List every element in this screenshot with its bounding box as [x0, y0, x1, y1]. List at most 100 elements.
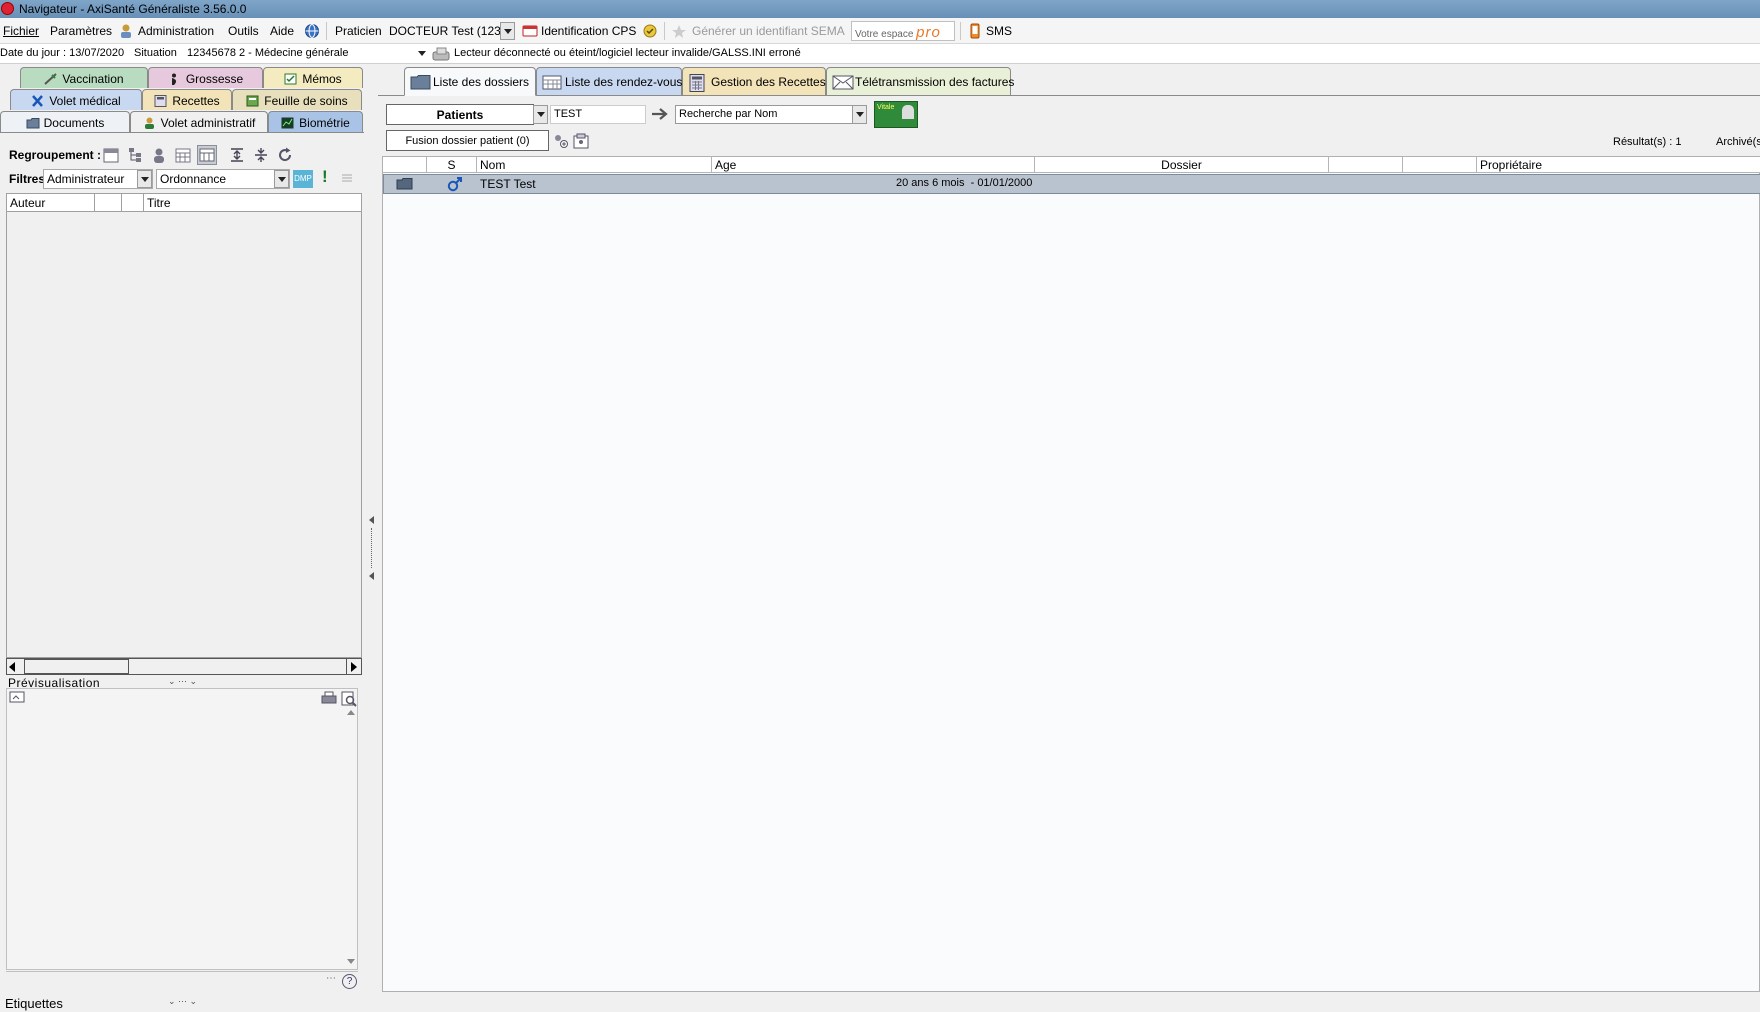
tab-label: Gestion des Recettes: [711, 75, 826, 89]
praticien-dropdown-button[interactable]: [500, 22, 515, 40]
carte-vitale-button[interactable]: Vitale: [874, 101, 918, 128]
refresh-icon[interactable]: [277, 147, 293, 163]
horizontal-scrollbar[interactable]: [6, 658, 362, 675]
praticien-select[interactable]: DOCTEUR Test (1234: [389, 24, 500, 38]
table-row[interactable]: TEST Test 20 ans 6 mois - 01/01/2000: [383, 174, 1760, 194]
search-mode-select[interactable]: Recherche par Nom: [675, 105, 853, 124]
collapse-all-icon[interactable]: [253, 147, 269, 163]
column-header-proprietaire[interactable]: Propriétaire: [1477, 157, 1760, 173]
preview-screen-icon[interactable]: [9, 691, 25, 707]
column-header-icon[interactable]: [383, 157, 427, 173]
person-icon: [143, 117, 156, 129]
filter-type-dropdown-button[interactable]: [274, 170, 289, 188]
scroll-right-arrow[interactable]: [351, 662, 357, 672]
scroll-left-arrow[interactable]: [9, 662, 15, 672]
fusion-dossier-label: Fusion dossier patient (0): [405, 135, 530, 147]
previsualisation-collapse-chevron[interactable]: ⌄ ⋯ ⌄: [168, 676, 197, 687]
splitter-arrow-top[interactable]: [369, 516, 374, 524]
calendar-icon: [542, 74, 562, 90]
tab-documents[interactable]: Documents: [0, 111, 130, 133]
tab-gestion-des-recettes[interactable]: Gestion des Recettes: [682, 67, 826, 95]
pregnancy-icon: [168, 73, 181, 85]
documents-grid[interactable]: Auteur Titre: [6, 193, 362, 658]
generer-sema-button[interactable]: Générer un identifiant SEMA: [692, 24, 845, 38]
tab-label: Documents: [43, 116, 105, 130]
menu-outils[interactable]: Outils: [228, 24, 259, 38]
menu-administration[interactable]: Administration: [138, 24, 214, 38]
filter-options-icon[interactable]: [340, 171, 356, 187]
tab-vaccination[interactable]: Vaccination: [20, 67, 148, 88]
column-header-dossier[interactable]: Dossier: [1035, 157, 1329, 173]
tab-label: Télétransmission des factures: [855, 75, 1015, 89]
tab-recettes[interactable]: Recettes: [142, 89, 232, 110]
espace-pro-text: Votre espace: [855, 29, 914, 40]
search-type-select[interactable]: Patients: [386, 104, 534, 125]
filter-type-select[interactable]: Ordonnance: [156, 169, 290, 189]
dmp-button[interactable]: DMP: [293, 170, 313, 188]
menu-aide[interactable]: Aide: [270, 24, 294, 38]
situation-dropdown-arrow[interactable]: [418, 51, 426, 56]
tab-label: Liste des rendez-vous: [565, 75, 683, 89]
tabstrip-divider: [378, 95, 1760, 96]
column-header-blank[interactable]: [1329, 157, 1403, 173]
identification-cps-button[interactable]: Identification CPS: [541, 24, 636, 38]
group-by-author-icon[interactable]: [151, 147, 167, 163]
etiquettes-collapse-chevron[interactable]: ⌄ ⋯ ⌄: [168, 996, 197, 1007]
zoom-preview-icon[interactable]: [341, 691, 357, 707]
search-input[interactable]: TEST: [550, 105, 646, 124]
medical-cross-icon: [31, 95, 44, 107]
column-header-blank[interactable]: [1403, 157, 1477, 173]
espace-pro-button[interactable]: Votre espace pro: [851, 21, 955, 41]
help-icon[interactable]: ?: [342, 974, 357, 989]
tab-memos[interactable]: Mémos: [263, 67, 363, 88]
panel-splitter[interactable]: [364, 64, 378, 1012]
column-header-s[interactable]: S: [427, 157, 477, 173]
column-header-blank[interactable]: [122, 194, 144, 212]
column-header-age[interactable]: Age: [712, 157, 1035, 173]
folder-icon: [410, 74, 431, 90]
column-header-titre[interactable]: Titre: [144, 194, 361, 212]
globe-icon[interactable]: [304, 23, 320, 39]
splitter-arrow-bottom[interactable]: [369, 572, 374, 580]
tab-teletransmission-des-factures[interactable]: Télétransmission des factures: [826, 67, 1015, 95]
tab-volet-medical[interactable]: Volet médical: [10, 89, 142, 110]
exclamation-icon[interactable]: !: [322, 167, 328, 187]
search-mode-dropdown-button[interactable]: [852, 105, 867, 124]
menu-parametres[interactable]: Paramètres: [50, 24, 112, 38]
print-icon[interactable]: [321, 691, 337, 707]
tab-biometrie[interactable]: Biométrie: [268, 111, 363, 132]
group-by-tree-icon[interactable]: [127, 147, 143, 163]
group-by-date-icon[interactable]: [103, 147, 119, 163]
menu-fichier[interactable]: Fichier: [3, 24, 39, 38]
tab-grossesse[interactable]: Grossesse: [148, 67, 263, 88]
patient-record-icon[interactable]: [573, 133, 589, 149]
search-input-value: TEST: [554, 108, 583, 120]
tab-feuille-de-soins[interactable]: Feuille de soins: [232, 89, 362, 110]
merge-patients-icon[interactable]: [553, 133, 569, 149]
tab-liste-des-dossiers[interactable]: Liste des dossiers: [404, 67, 536, 96]
tab-label: Biométrie: [299, 116, 350, 130]
search-type-dropdown-button[interactable]: [533, 105, 548, 124]
scroll-thumb[interactable]: [24, 659, 129, 674]
tab-volet-administratif[interactable]: Volet administratif: [130, 111, 268, 132]
folder-icon[interactable]: [396, 177, 414, 193]
scroll-up-arrow[interactable]: [347, 710, 355, 715]
splitter-grip[interactable]: [371, 528, 372, 568]
more-options-icon[interactable]: ⋯: [326, 973, 336, 984]
preview-vertical-scrollbar[interactable]: [344, 706, 358, 968]
search-go-arrow-icon[interactable]: [651, 107, 669, 123]
fusion-dossier-button[interactable]: Fusion dossier patient (0): [386, 130, 549, 151]
tab-label: Volet médical: [49, 94, 121, 108]
expand-all-icon[interactable]: [229, 147, 245, 163]
patients-grid[interactable]: S Nom Age Dossier Propriétaire TEST Test…: [382, 156, 1760, 992]
column-header-auteur[interactable]: Auteur: [7, 194, 95, 212]
group-by-list-icon[interactable]: [197, 145, 217, 165]
sms-button[interactable]: SMS: [986, 24, 1012, 38]
tab-liste-des-rendez-vous[interactable]: Liste des rendez-vous: [536, 67, 682, 95]
group-by-calendar-icon[interactable]: [175, 147, 191, 163]
column-header-blank[interactable]: [95, 194, 122, 212]
divider: [6, 971, 358, 972]
scroll-down-arrow[interactable]: [347, 959, 355, 964]
filter-user-dropdown-button[interactable]: [137, 170, 152, 188]
column-header-nom[interactable]: Nom: [477, 157, 712, 173]
